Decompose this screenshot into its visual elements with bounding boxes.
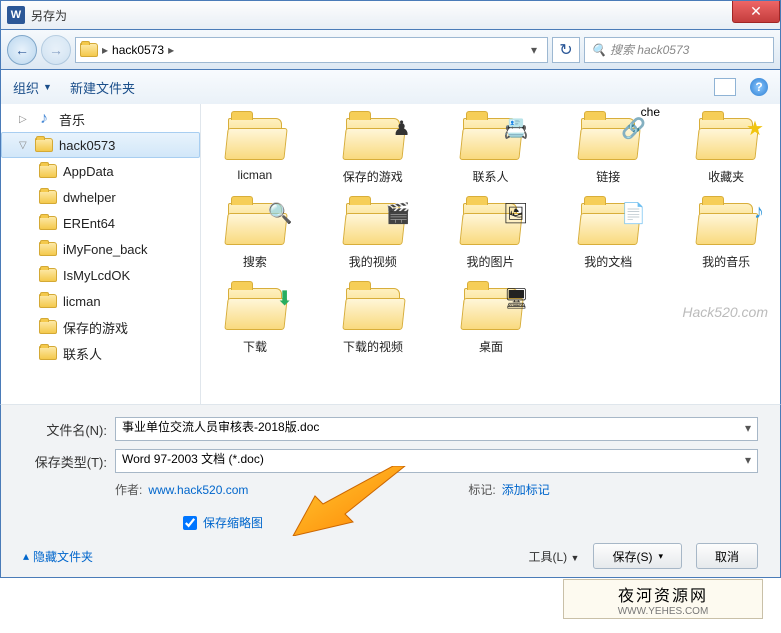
tree-item[interactable]: iMyFone_back: [1, 236, 200, 262]
folder-item[interactable]: 🖥桌面: [447, 280, 535, 355]
folder-icon: [39, 190, 57, 204]
video-icon: 🎬: [386, 201, 411, 226]
document-icon: 📄: [621, 201, 646, 226]
search-icon: 🔍: [591, 43, 606, 57]
folder-icon: [35, 138, 53, 152]
folder-icon: [80, 43, 98, 57]
filetype-label: 保存类型(T):: [23, 452, 115, 471]
organize-menu[interactable]: 组织▼: [13, 78, 52, 97]
tree-item[interactable]: EREnt64: [1, 210, 200, 236]
music-icon: ♪: [754, 201, 764, 224]
cancel-button[interactable]: 取消: [696, 543, 758, 569]
folder-item[interactable]: 🎬我的视频: [329, 195, 417, 270]
folder-item[interactable]: licman: [211, 110, 299, 185]
tree-item[interactable]: dwhelper: [1, 184, 200, 210]
filetype-select[interactable]: Word 97-2003 文档 (*.doc): [115, 449, 758, 473]
tree-item[interactable]: 联系人: [1, 340, 200, 366]
tree-item-hack0573[interactable]: ▽ hack0573: [1, 132, 200, 158]
filename-label: 文件名(N):: [23, 420, 115, 439]
download-icon: ⬇: [276, 286, 293, 311]
author-label: 作者:: [115, 483, 142, 497]
picture-icon: 🖼: [503, 201, 528, 226]
thumbnail-label[interactable]: 保存缩略图: [203, 514, 263, 531]
chevron-up-icon: ▴: [23, 549, 29, 563]
tree-item[interactable]: IsMyLcdOK: [1, 262, 200, 288]
tree-item[interactable]: 保存的游戏: [1, 314, 200, 340]
save-form: 文件名(N): 事业单位交流人员审核表-2018版.doc 保存类型(T): W…: [0, 404, 781, 578]
folder-item[interactable]: ⬇下载: [211, 280, 299, 355]
watermark: Hack520.com: [682, 304, 768, 320]
music-icon: ♪: [35, 110, 53, 128]
link-icon: 🔗: [621, 116, 646, 141]
search-placeholder: 搜索 hack0573: [610, 41, 689, 58]
folder-item[interactable]: 🔗链接: [564, 110, 652, 185]
tag-value[interactable]: 添加标记: [502, 483, 550, 497]
folder-icon: [39, 320, 57, 334]
forward-button[interactable]: →: [41, 35, 71, 65]
folder-item[interactable]: 下载的视频: [329, 280, 417, 355]
folder-item[interactable]: ★收藏夹: [682, 110, 770, 185]
breadcrumb-sep: ▸: [102, 43, 108, 57]
tree-item-music[interactable]: ▷ ♪ 音乐: [1, 106, 200, 132]
tag-label: 标记:: [468, 483, 495, 497]
title-bar: W 另存为 ✕: [0, 0, 781, 30]
content-area: ▷ ♪ 音乐 ▽ hack0573 AppData dwhelper EREnt…: [0, 104, 781, 404]
folder-item[interactable]: ♪我的音乐: [682, 195, 770, 270]
expand-icon[interactable]: ▷: [19, 114, 29, 125]
search-input[interactable]: 🔍 搜索 hack0573: [584, 37, 774, 63]
tools-menu[interactable]: 工具(L) ▼: [529, 548, 580, 565]
thumbnail-checkbox[interactable]: [183, 516, 197, 530]
search-icon: 🔍: [268, 201, 293, 226]
breadcrumb-item[interactable]: hack0573: [112, 43, 164, 57]
folder-pane[interactable]: che licman ♟保存的游戏 📇联系人 🔗链接 ★收藏夹 🔍搜索 🎬我的视…: [201, 104, 780, 404]
folder-item[interactable]: ♟保存的游戏: [329, 110, 417, 185]
view-options-button[interactable]: [714, 78, 736, 96]
folder-icon: [39, 294, 57, 308]
new-folder-button[interactable]: 新建文件夹: [70, 78, 135, 97]
folder-item[interactable]: 📇联系人: [447, 110, 535, 185]
folder-item[interactable]: 🖼我的图片: [447, 195, 535, 270]
collapse-icon[interactable]: ▽: [19, 140, 29, 151]
star-icon: ★: [746, 116, 764, 141]
help-button[interactable]: ?: [750, 78, 768, 96]
back-button[interactable]: ←: [7, 35, 37, 65]
refresh-button[interactable]: ↻: [552, 37, 580, 63]
address-bar[interactable]: ▸ hack0573 ▸ ▾: [75, 37, 548, 63]
breadcrumb-sep: ▸: [168, 43, 174, 57]
nav-bar: ← → ▸ hack0573 ▸ ▾ ↻ 🔍 搜索 hack0573: [0, 30, 781, 70]
tree-item[interactable]: licman: [1, 288, 200, 314]
folder-icon: [39, 346, 57, 360]
contact-icon: 📇: [503, 116, 528, 141]
hide-folders-button[interactable]: ▴ 隐藏文件夹: [23, 548, 93, 565]
window-title: 另存为: [31, 7, 67, 24]
folder-icon: [39, 164, 57, 178]
author-value[interactable]: www.hack520.com: [148, 483, 248, 497]
close-button[interactable]: ✕: [732, 1, 780, 23]
save-button[interactable]: 保存(S) ▾: [593, 543, 682, 569]
folder-tree[interactable]: ▷ ♪ 音乐 ▽ hack0573 AppData dwhelper EREnt…: [1, 104, 201, 404]
folder-item[interactable]: 🔍搜索: [211, 195, 299, 270]
tree-item[interactable]: AppData: [1, 158, 200, 184]
app-icon: W: [7, 6, 25, 24]
address-dropdown[interactable]: ▾: [525, 43, 543, 57]
toolbar: 组织▼ 新建文件夹 ?: [0, 70, 781, 104]
games-icon: ♟: [393, 116, 411, 141]
desktop-icon: 🖥: [504, 286, 529, 311]
folder-icon: [39, 268, 57, 282]
folder-item[interactable]: 📄我的文档: [564, 195, 652, 270]
folder-icon: [39, 242, 57, 256]
source-stamp: 夜河资源网 WWW.YEHES.COM: [563, 579, 763, 619]
folder-icon: [39, 216, 57, 230]
filename-input[interactable]: 事业单位交流人员审核表-2018版.doc: [115, 417, 758, 441]
